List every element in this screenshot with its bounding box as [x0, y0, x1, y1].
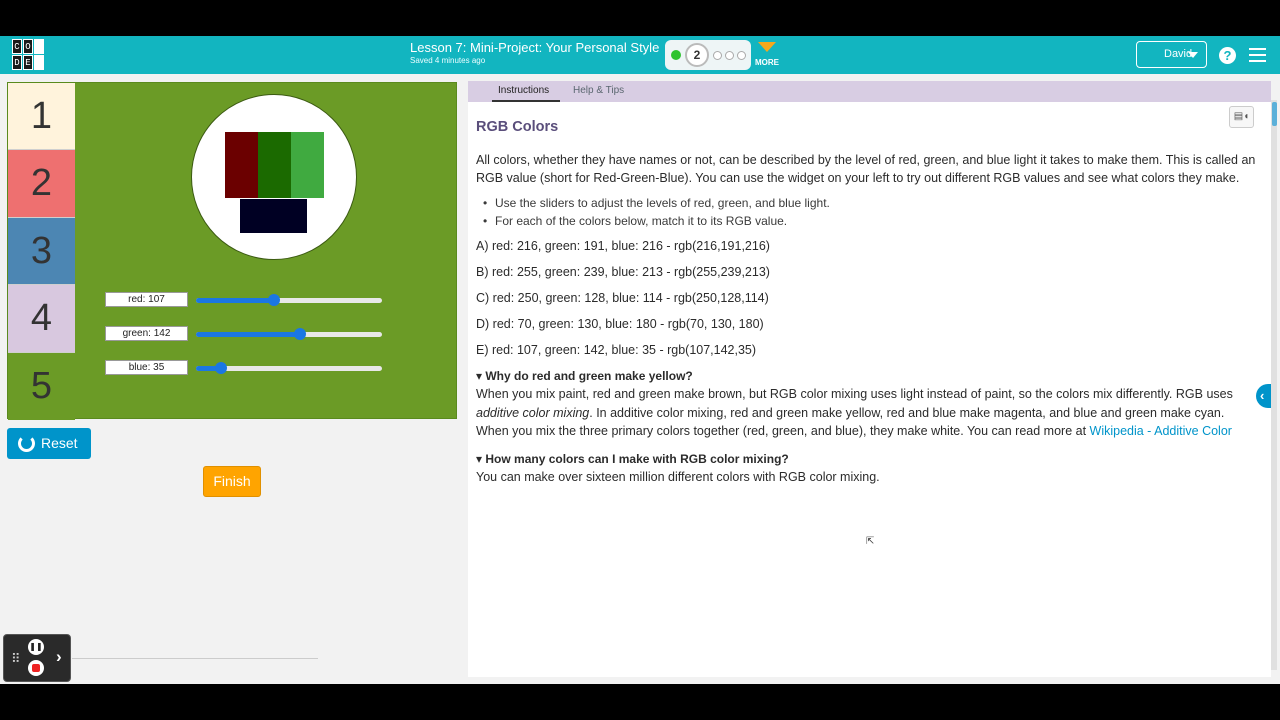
chevron-right-icon[interactable]: ›	[56, 647, 62, 667]
rgb-value-d: D) red: 70, green: 130, blue: 180 - rgb(…	[476, 316, 764, 331]
color-mix-preview	[191, 94, 357, 260]
hamburger-menu-icon[interactable]	[1249, 48, 1266, 62]
faq-answer-red-green: When you mix paint, red and green make b…	[476, 385, 1256, 441]
help-icon[interactable]: ?	[1219, 47, 1236, 64]
color-box-5[interactable]: 5	[8, 352, 75, 420]
answer-emphasis: additive color mixing	[476, 405, 590, 420]
rgb-value-a: A) red: 216, green: 191, blue: 216 - rgb…	[476, 238, 770, 253]
green-swatch	[258, 132, 324, 198]
level-dot[interactable]	[713, 51, 722, 60]
red-slider[interactable]	[196, 294, 382, 306]
lesson-title[interactable]: Lesson 7: Mini-Project: Your Personal St…	[410, 40, 659, 55]
blue-swatch	[240, 199, 307, 233]
green-value-label: green: 142	[105, 326, 188, 341]
color-box-number: 3	[30, 229, 53, 272]
bullet-item: Use the sliders to adjust the levels of …	[483, 194, 1256, 213]
color-list: 1 2 3 4 5	[8, 83, 75, 420]
color-box-3[interactable]: 3	[8, 217, 75, 286]
level-dot-current[interactable]: 2	[685, 43, 709, 67]
instructions-content: RGB Colors All colors, whether they have…	[476, 118, 1256, 487]
color-box-2[interactable]: 2	[8, 150, 75, 218]
intro-paragraph: All colors, whether they have names or n…	[476, 152, 1256, 186]
more-label[interactable]: MORE	[755, 58, 779, 67]
logo-letter: O	[23, 39, 33, 54]
tab-instructions[interactable]: Instructions	[498, 85, 549, 96]
instruction-bullets: Use the sliders to adjust the levels of …	[483, 194, 1256, 231]
reset-button[interactable]: Reset	[7, 428, 91, 459]
mouse-cursor-icon: ⇱	[866, 536, 875, 547]
answer-text: When you mix paint, red and green make b…	[476, 387, 1233, 401]
faq-toggle-color-count[interactable]: How many colors can I make with RGB colo…	[476, 450, 1256, 469]
level-dot[interactable]	[737, 51, 746, 60]
level-progress: 2	[665, 40, 751, 70]
top-header-bar: C O D E Lesson 7: Mini-Project: Your Per…	[0, 36, 1280, 74]
logo-letter: C	[12, 39, 22, 54]
main-area: 1 2 3 4 5 red: 107 green: 142 blue: 35 R…	[0, 74, 1280, 684]
instructions-title: RGB Colors	[476, 119, 559, 135]
tab-help-tips[interactable]: Help & Tips	[573, 85, 624, 96]
logo-letter: E	[23, 55, 33, 70]
faq-toggle-red-green[interactable]: Why do red and green make yellow?	[476, 367, 1256, 386]
rgb-value-c: C) red: 250, green: 128, blue: 114 - rgb…	[476, 290, 769, 305]
slider-thumb[interactable]	[293, 328, 306, 340]
pause-icon[interactable]: ❚❚	[28, 639, 44, 655]
reset-label: Reset	[41, 435, 78, 451]
slider-thumb[interactable]	[215, 362, 228, 374]
logo-letter	[34, 39, 44, 54]
color-box-number: 2	[30, 162, 53, 205]
finish-button[interactable]: Finish	[203, 466, 261, 497]
level-dot[interactable]	[725, 51, 734, 60]
faq-answer-color-count: You can make over sixteen million differ…	[476, 470, 880, 484]
instructions-tabbar: Instructions Help & Tips	[468, 81, 1271, 102]
active-tab-indicator	[492, 100, 560, 102]
color-box-number: 5	[30, 364, 53, 407]
drag-handle-icon[interactable]: ⠿	[11, 651, 21, 667]
color-box-1[interactable]: 1	[8, 83, 75, 151]
green-slider[interactable]	[196, 328, 382, 340]
scrollbar-track[interactable]	[1271, 100, 1277, 670]
stop-icon[interactable]	[28, 660, 44, 676]
slider-fill	[196, 332, 300, 337]
red-value-label: red: 107	[105, 292, 188, 307]
rgb-value-b: B) red: 255, green: 239, blue: 213 - rgb…	[476, 264, 770, 279]
color-box-4[interactable]: 4	[8, 285, 75, 353]
blue-slider[interactable]	[196, 362, 382, 374]
rgb-widget: 1 2 3 4 5 red: 107 green: 142 blue: 35	[7, 82, 457, 420]
user-menu-button[interactable]: David	[1136, 41, 1207, 68]
bullet-item: For each of the colors below, match it t…	[483, 212, 1256, 231]
saved-status: Saved 4 minutes ago	[410, 56, 486, 65]
wikipedia-link[interactable]: Wikipedia - Additive Color	[1090, 424, 1232, 438]
level-dot-complete[interactable]	[671, 50, 681, 60]
logo-letter	[34, 55, 44, 70]
refresh-icon	[18, 435, 35, 452]
slider-thumb[interactable]	[268, 294, 281, 306]
color-box-number: 1	[30, 95, 53, 137]
page: C O D E Lesson 7: Mini-Project: Your Per…	[0, 0, 1280, 720]
more-arrow-icon[interactable]	[758, 42, 776, 52]
slider-fill	[196, 298, 275, 303]
code-org-logo[interactable]: C O D E	[12, 39, 44, 71]
logo-letter: D	[12, 55, 22, 70]
color-box-number: 4	[30, 297, 53, 340]
blue-value-label: blue: 35	[105, 360, 188, 375]
rgb-value-e: E) red: 107, green: 142, blue: 35 - rgb(…	[476, 342, 757, 357]
divider	[72, 658, 318, 659]
scrollbar-thumb[interactable]	[1272, 102, 1277, 126]
caret-down-icon	[1188, 52, 1198, 58]
screen-recorder-controls: ⠿ ❚❚ ›	[3, 634, 71, 682]
instructions-panel: Instructions Help & Tips ▤◖ RGB Colors A…	[468, 81, 1271, 677]
